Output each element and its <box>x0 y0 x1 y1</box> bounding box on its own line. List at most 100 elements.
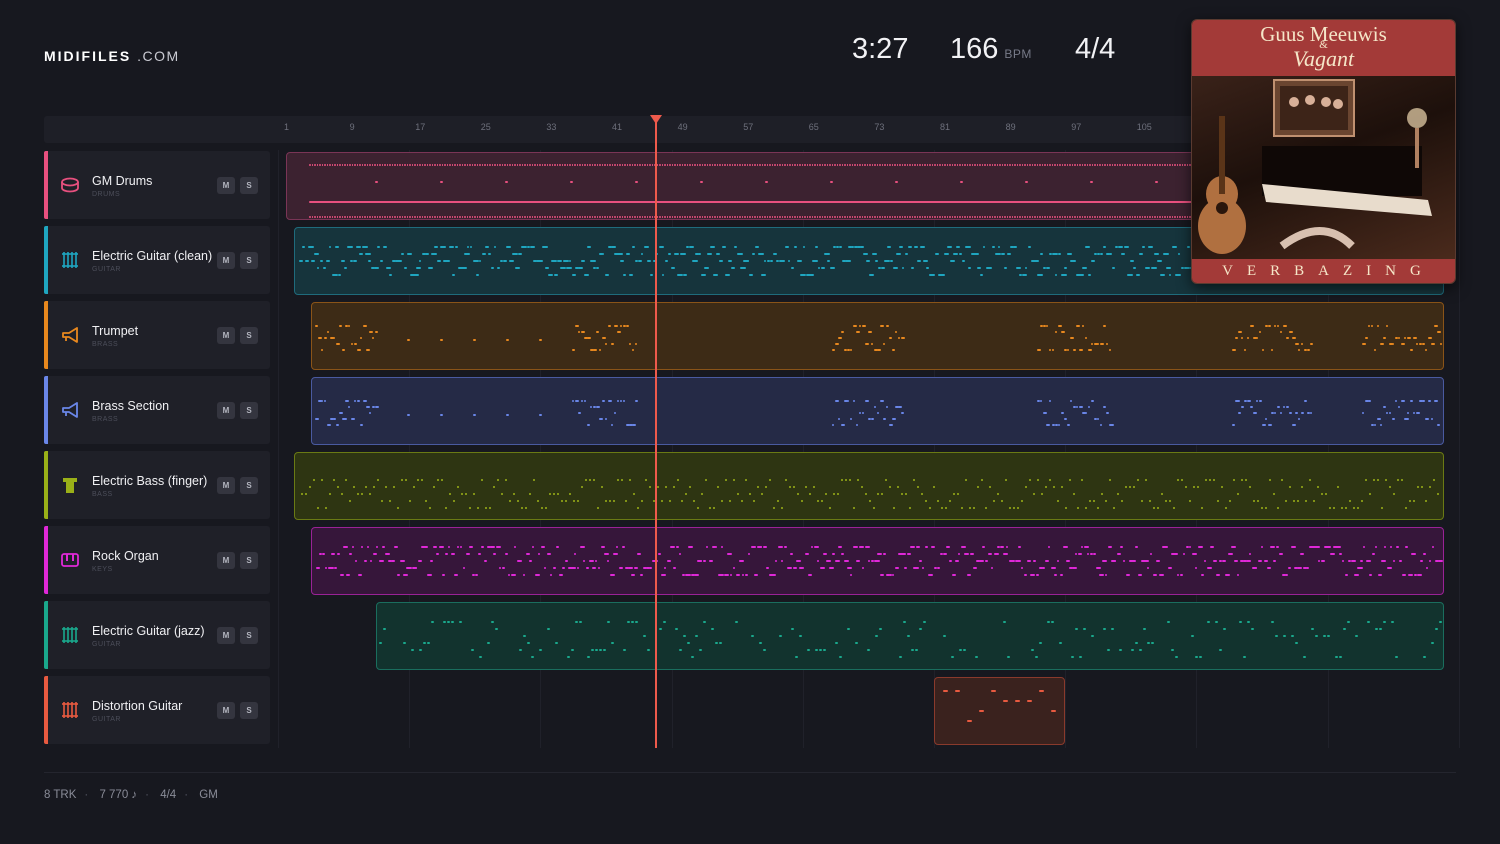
midi-note <box>324 567 327 569</box>
track-header[interactable]: Electric Guitar (jazz) GUITAR M S <box>44 601 270 669</box>
midi-note <box>766 164 768 166</box>
midi-note <box>501 216 503 218</box>
midi-note <box>864 400 870 402</box>
midi-note <box>1221 560 1227 562</box>
midi-note <box>719 642 722 644</box>
midi-note <box>1221 486 1224 488</box>
track-header[interactable]: Electric Bass (finger) BASS M S <box>44 451 270 519</box>
midi-note <box>479 656 482 658</box>
midi-note <box>538 414 542 416</box>
playhead[interactable] <box>655 116 657 748</box>
solo-button[interactable]: S <box>240 177 258 194</box>
midi-note <box>796 164 798 166</box>
midi-note <box>1297 418 1301 420</box>
midi-note <box>951 656 954 658</box>
solo-button[interactable]: S <box>240 702 258 719</box>
solo-button[interactable]: S <box>240 477 258 494</box>
mute-button[interactable]: M <box>217 702 235 719</box>
midi-note <box>1058 253 1062 255</box>
midi-clip[interactable] <box>310 302 1444 370</box>
track-name: Trumpet <box>92 324 139 338</box>
midi-note <box>779 164 781 166</box>
midi-note <box>1029 216 1031 218</box>
playhead-handle[interactable] <box>650 115 662 124</box>
midi-note <box>801 567 804 569</box>
track-header[interactable]: Electric Guitar (clean) GUITAR M S <box>44 226 270 294</box>
midi-note <box>1385 479 1388 481</box>
midi-note <box>481 479 484 481</box>
midi-note <box>1171 216 1173 218</box>
midi-note <box>1036 216 1038 218</box>
midi-note <box>945 546 950 548</box>
midi-note <box>729 164 731 166</box>
midi-note <box>1159 164 1161 166</box>
midi-note <box>469 507 472 509</box>
midi-note <box>950 260 955 262</box>
midi-note <box>1119 164 1121 166</box>
midi-note <box>531 216 533 218</box>
solo-button[interactable]: S <box>240 552 258 569</box>
midi-note <box>1165 500 1168 502</box>
midi-note <box>577 412 581 414</box>
midi-note <box>1407 574 1413 576</box>
solo-button[interactable]: S <box>240 627 258 644</box>
midi-note <box>426 574 432 576</box>
mute-button[interactable]: M <box>217 552 235 569</box>
midi-note <box>735 574 740 576</box>
midi-note <box>374 164 376 166</box>
midi-note <box>407 253 413 255</box>
midi-note <box>1137 574 1142 576</box>
midi-clip[interactable] <box>376 602 1444 670</box>
midi-note <box>758 253 765 255</box>
solo-button[interactable]: S <box>240 252 258 269</box>
midi-note <box>598 349 601 351</box>
midi-note <box>1071 164 1073 166</box>
midi-note <box>641 253 644 255</box>
midi-note <box>421 479 424 481</box>
midi-note <box>716 216 718 218</box>
midi-note <box>731 216 733 218</box>
track-header[interactable]: Rock Organ KEYS M S <box>44 526 270 594</box>
track-header[interactable]: Distortion Guitar GUITAR M S <box>44 676 270 744</box>
midi-note <box>496 216 498 218</box>
midi-note <box>1029 479 1032 481</box>
midi-note <box>925 500 928 502</box>
time-signature-readout: 4/4 <box>1075 33 1116 65</box>
mute-button[interactable]: M <box>217 627 235 644</box>
midi-note <box>705 546 709 548</box>
midi-clip[interactable] <box>310 527 1444 595</box>
midi-note <box>589 406 593 408</box>
mute-button[interactable]: M <box>217 477 235 494</box>
track-header[interactable]: GM Drums DRUMS M S <box>44 151 270 219</box>
midi-note <box>855 424 858 426</box>
midi-note <box>789 216 791 218</box>
track-category: GUITAR <box>92 266 121 273</box>
solo-button[interactable]: S <box>240 327 258 344</box>
midi-note <box>613 412 617 414</box>
solo-button[interactable]: S <box>240 402 258 419</box>
mute-button[interactable]: M <box>217 252 235 269</box>
midi-note <box>1277 507 1280 509</box>
midi-note <box>795 560 801 562</box>
midi-note <box>1144 164 1146 166</box>
track-header[interactable]: Trumpet BRASS M S <box>44 301 270 369</box>
mute-button[interactable]: M <box>217 402 235 419</box>
midi-note <box>639 216 641 218</box>
midi-note <box>1085 246 1091 248</box>
midi-note <box>473 493 476 495</box>
midi-note <box>1011 164 1013 166</box>
mute-button[interactable]: M <box>217 327 235 344</box>
mute-button[interactable]: M <box>217 177 235 194</box>
track-header[interactable]: Brass Section BRASS M S <box>44 376 270 444</box>
midi-note <box>956 164 958 166</box>
midi-note <box>531 656 534 658</box>
midi-note <box>347 246 354 248</box>
midi-clip[interactable] <box>294 452 1444 520</box>
midi-note <box>630 574 636 576</box>
midi-clip[interactable] <box>310 377 1444 445</box>
midi-note <box>1276 325 1280 327</box>
midi-note <box>785 479 788 481</box>
midi-note <box>689 486 692 488</box>
midi-note <box>1014 560 1021 562</box>
midi-clip[interactable] <box>933 677 1065 745</box>
